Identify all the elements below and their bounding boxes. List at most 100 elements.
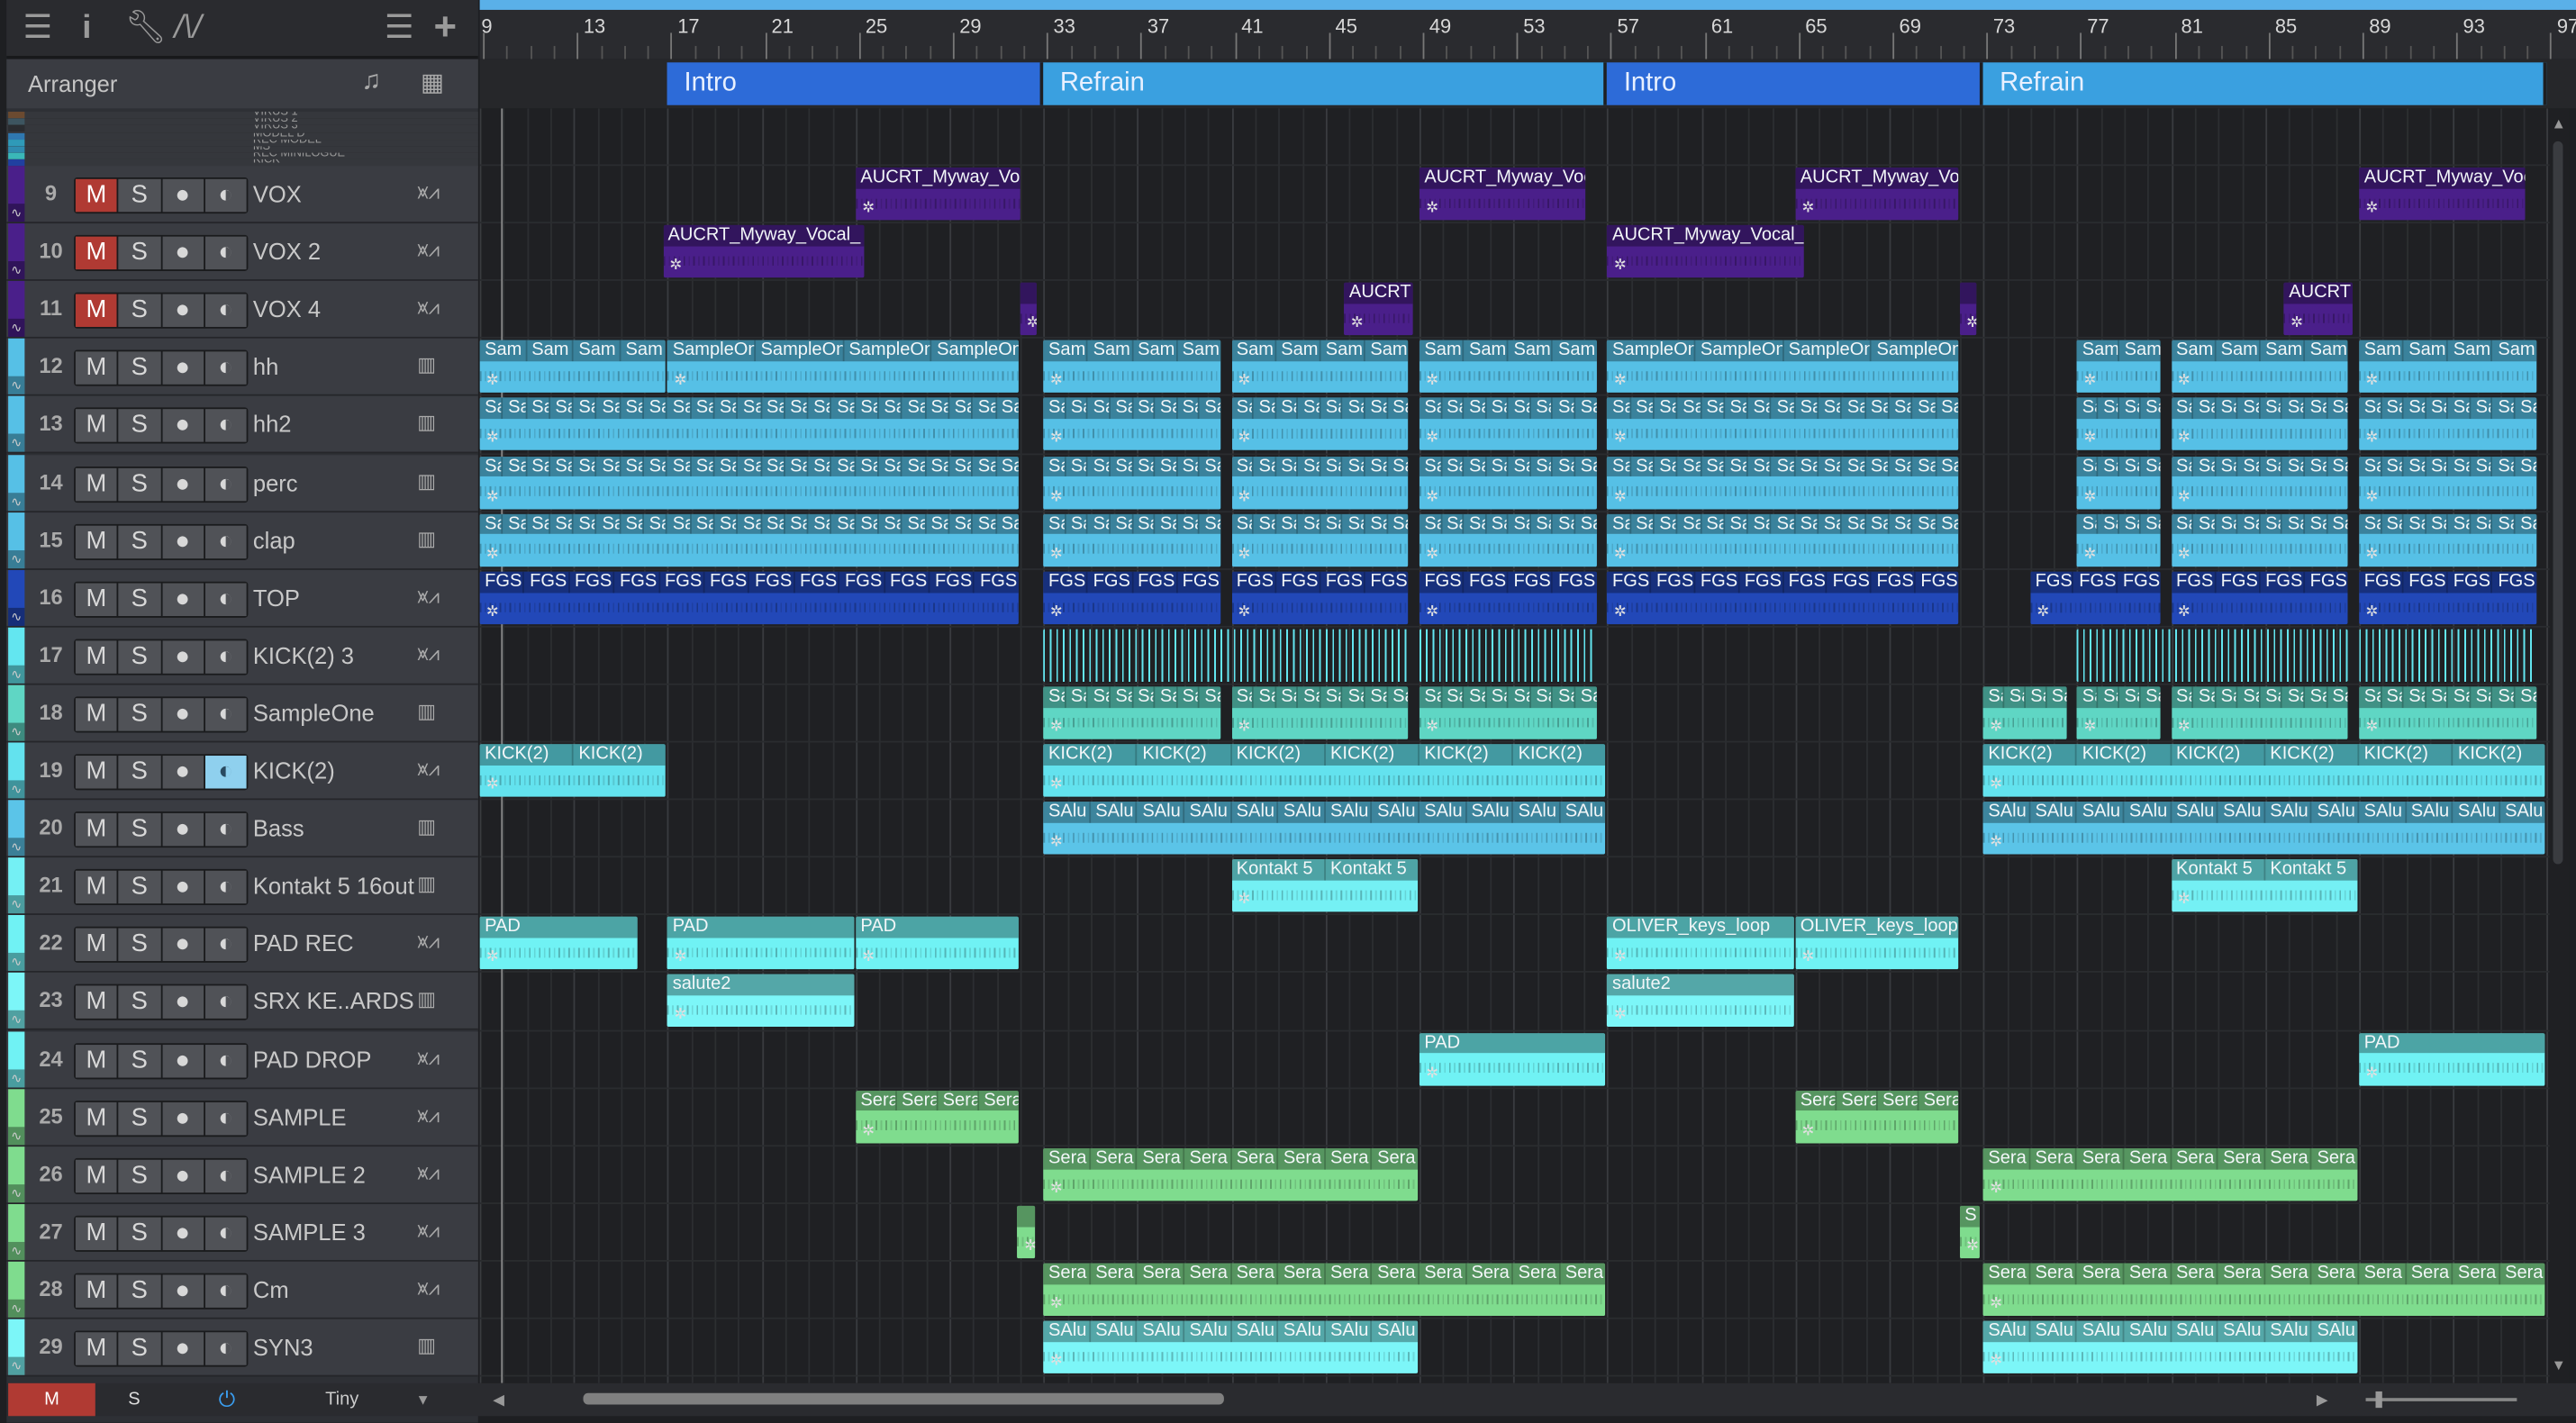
record-arm-button[interactable]: ● (161, 929, 204, 962)
clip[interactable]: AUCRT_Myway_Vocal_ ✲ (663, 225, 864, 278)
vertical-scrollbar[interactable]: ▲ ▼ (2549, 108, 2570, 1383)
scroll-up-icon[interactable]: ▲ (2552, 115, 2566, 131)
clip-gear-icon[interactable]: ✲ (486, 948, 499, 966)
clip-gear-icon[interactable]: ✲ (1614, 603, 1627, 621)
mute-button[interactable]: M (75, 236, 117, 270)
clip[interactable]: Sam Sam Sam Sam ✲ (2171, 340, 2348, 394)
mute-button[interactable]: M (75, 986, 117, 1020)
clip-gear-icon[interactable]: ✲ (2036, 603, 2049, 621)
clip-gear-icon[interactable]: ✲ (2290, 314, 2303, 332)
clip-gear-icon[interactable]: ✲ (1238, 603, 1251, 621)
automation-icon[interactable]: ∿ (8, 1068, 25, 1087)
automation-icon[interactable]: ∿ (8, 895, 25, 914)
clip[interactable]: SaSaSaSaSaSaSaSa✲ (2171, 686, 2348, 739)
clip[interactable]: SaSaSaSaSaSaSaSa✲ (1419, 513, 1597, 566)
clip-gear-icon[interactable]: ✲ (675, 372, 687, 390)
clip-gear-icon[interactable]: ✲ (1050, 545, 1063, 563)
clip-gear-icon[interactable]: ✲ (1802, 1121, 1815, 1139)
record-arm-button[interactable]: ● (161, 1217, 204, 1250)
horizontal-scroll-thumb[interactable] (583, 1392, 1224, 1405)
clip[interactable]: AUCRT_Myway_Vocal ✲ (1795, 168, 1959, 221)
clip-gear-icon[interactable]: ✲ (675, 948, 687, 966)
clip-gear-icon[interactable]: ✲ (486, 603, 499, 621)
clip[interactable]: Sam Sam Sam Sam ✲ (1419, 340, 1597, 394)
solo-button[interactable]: S (118, 1274, 160, 1308)
clip-gear-icon[interactable]: ✲ (862, 199, 875, 217)
automation-icon[interactable]: ∿ (8, 953, 25, 972)
clip[interactable]: PAD ✲ (667, 917, 855, 970)
track-header[interactable]: ∿ 11 M S ● ◐ VOX 4 ⩙⩘ (6, 281, 478, 340)
clip[interactable]: Kontakt 5 Kontakt 5 ✲ (2171, 859, 2358, 912)
clip[interactable]: SAlu SAlu SAlu SAlu SAlu SAlu SAlu SAlu ✲ (1043, 1320, 1419, 1374)
scroll-down-icon[interactable]: ▼ (2552, 1357, 2566, 1373)
track-header[interactable]: ∿ 20 M S ● ◐ Bass ▥ (6, 800, 478, 858)
track-header[interactable]: ∿ 15 M S ● ◐ clap ▥ (6, 512, 478, 570)
solo-button[interactable]: S (118, 351, 160, 385)
clip[interactable]: SampleOneSampleOneSampleOneSampleOne✲ (1607, 340, 1959, 394)
arranger-section-intro[interactable]: Intro (1607, 62, 1983, 105)
automation-icon[interactable]: ∿ (8, 549, 25, 568)
mute-button[interactable]: M (75, 1274, 117, 1308)
monitor-button[interactable]: ◐ (204, 1159, 247, 1192)
clip-gear-icon[interactable]: ✲ (862, 1121, 875, 1139)
mute-button[interactable]: M (75, 1044, 117, 1077)
clip-gear-icon[interactable]: ✲ (486, 430, 499, 448)
clip-gear-icon[interactable]: ✲ (2366, 199, 2379, 217)
automation-icon[interactable]: ∿ (8, 1241, 25, 1260)
clip[interactable]: SaSaSaSaSaSaSaSaSaSaSaSaSaSaSa✲ (1607, 398, 1959, 451)
clip-gear-icon[interactable]: ✲ (1050, 775, 1063, 793)
clip[interactable]: SaSaSaSa✲ (1982, 686, 2066, 739)
clip[interactable]: PAD ✲ (1419, 1032, 1606, 1085)
clip[interactable]: PAD ✲ (479, 917, 639, 970)
clip[interactable]: SaSaSaSa✲ (2077, 686, 2161, 739)
clip[interactable]: ✲ (1017, 1205, 1035, 1258)
monitor-button[interactable]: ◐ (204, 236, 247, 270)
mute-button[interactable]: M (75, 871, 117, 904)
mute-button[interactable]: M (75, 929, 117, 962)
track-header[interactable]: ∿ 26 M S ● ◐ SAMPLE 2 ⩙⩘ (6, 1146, 478, 1204)
solo-button[interactable]: S (118, 929, 160, 962)
clip[interactable]: SaSaSaSa✲ (2077, 456, 2161, 509)
clip[interactable]: AUCRT_Myway_Vocal ✲ (2359, 168, 2525, 221)
clip-gear-icon[interactable]: ✲ (1614, 372, 1627, 390)
monitor-button[interactable]: ◐ (204, 467, 247, 501)
record-arm-button[interactable]: ● (161, 756, 204, 789)
clip-gear-icon[interactable]: ✲ (1614, 257, 1627, 275)
record-arm-button[interactable]: ● (161, 582, 204, 616)
solo-button[interactable]: S (118, 582, 160, 616)
clip-gear-icon[interactable]: ✲ (2178, 718, 2191, 736)
clip[interactable]: FGS FGS FGS FGS ✲ (1231, 571, 1409, 624)
solo-button[interactable]: S (118, 524, 160, 558)
mute-button[interactable]: M (75, 351, 117, 385)
clip[interactable]: PAD ✲ (855, 917, 1019, 970)
track-height-select[interactable]: Tiny (325, 1383, 358, 1416)
record-arm-button[interactable]: ● (161, 1332, 204, 1365)
clip-gear-icon[interactable]: ✲ (1614, 1006, 1627, 1024)
clip-gear-icon[interactable]: ✲ (486, 545, 499, 563)
mute-button[interactable]: M (75, 294, 117, 328)
clip[interactable]: SaSaSaSaSaSaSaSa✲ (1043, 398, 1220, 451)
record-arm-button[interactable]: ● (161, 351, 204, 385)
record-arm-button[interactable]: ● (161, 1159, 204, 1192)
zoom-slider[interactable] (2365, 1398, 2517, 1401)
clip-gear-icon[interactable]: ✲ (1614, 545, 1627, 563)
solo-button[interactable]: S (118, 756, 160, 789)
clip-gear-icon[interactable]: ✲ (2178, 891, 2191, 909)
clip[interactable]: Sera Sera Sera Sera ✲ (855, 1090, 1019, 1143)
clip-gear-icon[interactable]: ✲ (2084, 487, 2097, 505)
monitor-button[interactable]: ◐ (204, 1044, 247, 1077)
clip[interactable] (2359, 629, 2536, 682)
record-arm-button[interactable]: ● (161, 698, 204, 731)
clip[interactable]: AUCRT_Myway_Vocal ✲ (1419, 168, 1585, 221)
clip[interactable]: SAlu SAlu SAlu SAlu SAlu SAlu SAlu SAlu SAlu SAlu… (1043, 802, 1606, 855)
automation-icon[interactable]: ∿ (8, 319, 25, 338)
automation-icon[interactable]: ∿ (8, 376, 25, 395)
clip[interactable]: SaSaSaSaSaSaSaSa✲ (1231, 513, 1409, 566)
clip-gear-icon[interactable]: ✲ (2084, 718, 2097, 736)
monitor-button[interactable]: ◐ (204, 639, 247, 674)
clip-gear-icon[interactable]: ✲ (1050, 1294, 1063, 1312)
clip-gear-icon[interactable]: ✲ (2084, 372, 2097, 390)
mute-button[interactable]: M (75, 582, 117, 616)
clip-gear-icon[interactable]: ✲ (1027, 314, 1038, 332)
solo-button[interactable]: S (118, 1044, 160, 1077)
